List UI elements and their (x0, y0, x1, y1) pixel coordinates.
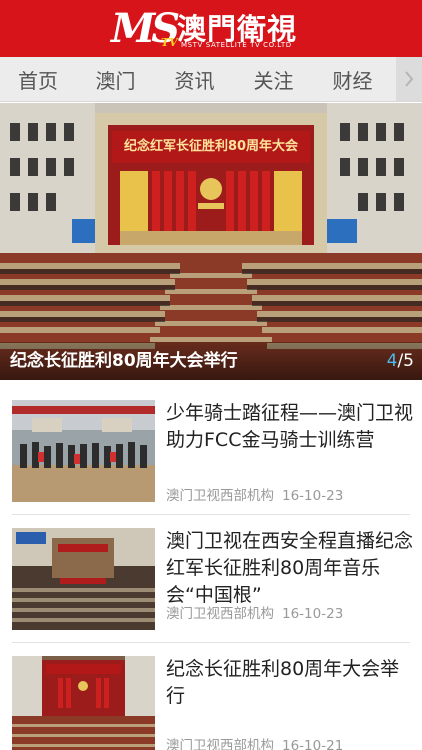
app-header: MS TV 澳門衛視 MSTV SATELLITE TV CO.LTD (0, 0, 422, 57)
nav-more-button[interactable] (396, 57, 422, 101)
hero-slideshow[interactable]: 纪念红军长征胜利80周年大会 纪念长征胜利80周年大会举行 4/5 (0, 103, 422, 380)
hero-banner-text: 纪念红军长征胜利80周年大会 (123, 139, 299, 154)
news-item[interactable]: 澳门卫视在西安全程直播纪念红军长征胜利80周年音乐会“中国根” 澳门卫视西部机构… (0, 518, 422, 645)
news-item[interactable]: 少年骑士踏征程——澳门卫视助力FCC金马骑士训练营 澳门卫视西部机构 16-10-… (0, 390, 422, 517)
nav-tab-focus[interactable]: 关注 (234, 65, 313, 94)
news-title: 少年骑士踏征程——澳门卫视助力FCC金马骑士训练营 (166, 402, 414, 451)
hero-pager: 4/5 (387, 351, 414, 371)
divider (12, 514, 410, 515)
chevron-right-icon (405, 71, 414, 87)
concert-photo (12, 528, 155, 630)
news-source: 澳门卫视西部机构 (166, 738, 274, 750)
divider (12, 642, 410, 643)
news-source: 澳门卫视西部机构 (166, 488, 274, 504)
assembly-photo (12, 656, 155, 750)
riders-photo (12, 400, 155, 502)
nav-tab-news[interactable]: 资讯 (155, 65, 234, 94)
news-meta: 澳门卫视西部机构 16-10-23 (166, 602, 343, 622)
hero-title: 纪念长征胜利80周年大会举行 (10, 351, 238, 371)
hero-pager-total: /5 (397, 351, 414, 371)
news-source: 澳门卫视西部机构 (166, 606, 274, 622)
category-nav: 首页 澳门 资讯 关注 财经 (0, 57, 422, 102)
nav-tab-macau[interactable]: 澳门 (76, 65, 155, 94)
news-date: 16-10-23 (282, 488, 344, 504)
news-item[interactable]: 纪念长征胜利80周年大会举行 澳门卫视西部机构 16-10-21 (0, 646, 422, 750)
logo-company-name: MSTV SATELLITE TV CO.LTD (181, 41, 292, 49)
news-date: 16-10-21 (282, 738, 344, 750)
nav-tab-home[interactable]: 首页 (0, 65, 76, 94)
news-meta: 澳门卫视西部机构 16-10-23 (166, 484, 343, 504)
mstv-logo[interactable]: MS TV 澳門衛視 MSTV SATELLITE TV CO.LTD (111, 0, 311, 57)
news-title: 澳门卫视在西安全程直播纪念红军长征胜利80周年音乐会“中国根” (166, 530, 414, 606)
nav-tab-finance[interactable]: 财经 (313, 65, 392, 94)
news-thumbnail (12, 528, 155, 630)
hero-pager-current: 4 (386, 351, 398, 371)
news-thumbnail (12, 400, 155, 502)
news-thumbnail (12, 656, 155, 750)
news-title: 纪念长征胜利80周年大会举行 (166, 658, 400, 707)
news-date: 16-10-23 (282, 606, 344, 622)
news-meta: 澳门卫视西部机构 16-10-21 (166, 734, 343, 750)
logo-tv-mark: TV (161, 36, 178, 49)
